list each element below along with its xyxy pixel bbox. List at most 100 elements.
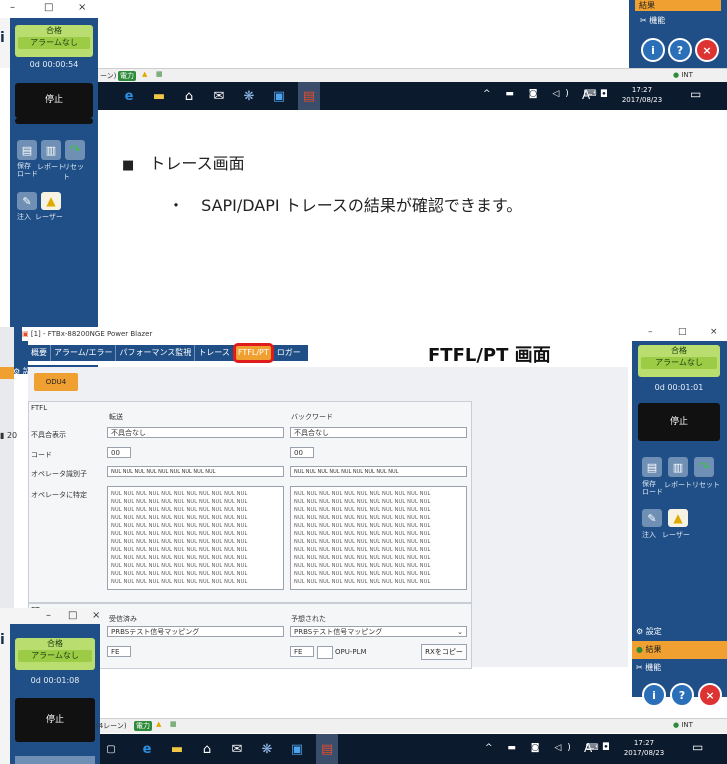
save-icon-main[interactable]: ▤ (642, 457, 662, 477)
title-bar: ▣ [1] - FTBx-88200NGE Power Blazer (22, 327, 632, 341)
opu-plm-checkbox[interactable] (317, 646, 333, 659)
copy-rx-button[interactable]: RXをコピー (421, 644, 467, 660)
ftfl-section-title: FTFL (31, 404, 48, 412)
file-explorer-icon-bottom[interactable]: ▬ (166, 734, 188, 764)
tools-icon: ✂ (640, 16, 647, 25)
results-menu-top[interactable]: 結果 (635, 0, 721, 11)
clock-date-bottom: 2017/08/23 (623, 749, 665, 757)
edge-browser-icon[interactable]: e (118, 82, 140, 110)
tab-overview[interactable]: 概要 (28, 345, 51, 361)
expected-value-select[interactable]: PRBSテスト信号マッピング ⌄ (290, 626, 467, 637)
globe-icon: ● (673, 721, 680, 729)
app-red-icon-bottom[interactable]: ▤ (316, 734, 338, 764)
save-icons-bottom (15, 756, 95, 764)
clock-bottom[interactable]: 17:27 2017/08/23 (622, 738, 666, 758)
reset-icon-main[interactable]: ↷ (694, 457, 714, 477)
inject-icon-main[interactable]: ✎ (642, 509, 662, 527)
expected-code-field[interactable]: FE (290, 646, 314, 657)
lanes-label-bottom: (4レーン) (96, 722, 127, 730)
close-button-bottom[interactable]: × (92, 610, 100, 621)
reset-icon[interactable]: ↷ (65, 140, 85, 160)
action-center-icon[interactable]: ◘ (600, 89, 608, 100)
maximize-button-bottom[interactable]: □ (68, 610, 77, 621)
tab-ftfl-pt[interactable]: FTFL/PT (232, 343, 274, 363)
stop-button-bottom[interactable]: 停止 (15, 698, 95, 742)
int-label-bottom: INT (681, 721, 693, 729)
help-icon-top[interactable]: ? (668, 38, 692, 62)
notification-icon[interactable]: ▭ (690, 87, 701, 101)
tab-trace[interactable]: トレース (195, 345, 233, 361)
app-red-icon[interactable]: ▤ (298, 82, 320, 110)
warning-icon: ▲ (142, 70, 148, 78)
edge-text: i (0, 30, 5, 46)
square-bullet-icon: ■ (122, 158, 135, 173)
results-menu[interactable]: ● 結果 (632, 641, 727, 659)
lanes-label: ーン) (100, 72, 117, 80)
laser-icon-main[interactable]: ▲ (668, 509, 688, 527)
input-lang-bottom[interactable]: A (584, 741, 592, 755)
app-grid-icon[interactable]: ❋ (238, 82, 260, 110)
maximize-button[interactable]: □ (44, 2, 53, 13)
results-edge (0, 367, 14, 379)
stop-button-top[interactable]: 停止 (15, 83, 93, 118)
info-icon[interactable]: i (642, 683, 666, 707)
content-area: ODU4 FTFL 転送 バックワード 不具合表示 不具合なし 不具合なし コー… (28, 367, 628, 669)
nul-pattern-forward: NUL NUL NUL NUL NUL NUL NUL NUL NUL NUL … (111, 491, 248, 585)
stop-button-main[interactable]: 停止 (638, 403, 720, 441)
close-button-main[interactable]: × (710, 327, 718, 337)
app-t-icon[interactable]: ▣ (268, 82, 290, 110)
warning-icon-bottom: ▲ (156, 720, 162, 728)
app-t-icon-bottom[interactable]: ▣ (286, 734, 308, 764)
section-label: FTFL/PT 画面 (428, 345, 551, 366)
settings-menu[interactable]: ⚙ 設定 (632, 623, 727, 641)
mail-icon-bottom[interactable]: ✉ (226, 734, 248, 764)
report-icon-main[interactable]: ▥ (668, 457, 688, 477)
clock-time-bottom: 17:27 (633, 739, 655, 747)
app-grid-icon-bottom[interactable]: ❋ (256, 734, 278, 764)
functions-menu[interactable]: ✂ 機能 (632, 659, 727, 677)
grid-icon-bottom: ▦ (170, 720, 177, 728)
functions-menu-top[interactable]: ✂ 機能 (630, 12, 665, 30)
bottom-overlap-window: – □ × i 合格 アラームなし 0d 00:01:08 停止 (0, 608, 100, 764)
tab-logger[interactable]: ロガー (274, 345, 304, 361)
statusbar-top: ーン) 電力 ▲ ▦ ● INT (98, 68, 727, 83)
tab-strip: 概要 アラーム/エラー パフォーマンス監視 トレース FTFL/PT ロガー (28, 343, 308, 363)
store-icon[interactable]: ⌂ (178, 82, 200, 110)
laser-icon[interactable]: ▲ (41, 192, 61, 210)
task-view-icon[interactable]: ▢ (100, 734, 122, 764)
notification-icon-bottom[interactable]: ▭ (692, 740, 703, 754)
reset-label: リセット (63, 163, 84, 181)
help-icon[interactable]: ? (670, 683, 694, 707)
tab-alarm-error[interactable]: アラーム/エラー (51, 345, 117, 361)
stop-button-mid[interactable] (15, 118, 93, 124)
edge-text-bottom: i (0, 632, 5, 648)
minimize-button-bottom[interactable]: – (46, 610, 51, 621)
save-icon[interactable]: ▤ (17, 140, 37, 160)
nul-pattern-backward: NUL NUL NUL NUL NUL NUL NUL NUL NUL NUL … (294, 491, 431, 585)
minimize-button[interactable]: – (10, 2, 15, 13)
tab-performance[interactable]: パフォーマンス監視 (116, 345, 196, 361)
results-label-main: 結果 (645, 645, 662, 654)
info-icon-top[interactable]: i (641, 38, 665, 62)
globe-icon: ● (673, 71, 680, 79)
file-explorer-icon[interactable]: ▬ (148, 82, 170, 110)
store-icon-bottom[interactable]: ⌂ (196, 734, 218, 764)
report-icon[interactable]: ▥ (41, 140, 61, 160)
minimize-button-main[interactable]: – (648, 327, 653, 337)
odu4-button[interactable]: ODU4 (34, 373, 78, 391)
save-group[interactable]: ▤ ▥ ↷ 保存 ロード レポート リセット (17, 140, 89, 181)
close-button[interactable]: × (78, 2, 86, 13)
edge-browser-icon-bottom[interactable]: e (136, 734, 158, 764)
inject-icon[interactable]: ✎ (17, 192, 37, 210)
maximize-button-main[interactable]: □ (678, 327, 687, 337)
taskbar-top: e ▬ ⌂ ✉ ❋ ▣ ▤ ^ ▬ ◙ ◁) ⌨ A ◘ 17:27 2017/… (98, 82, 727, 110)
action-center-icon-bottom[interactable]: ◘ (602, 742, 610, 753)
input-lang[interactable]: A (582, 88, 590, 102)
mail-icon[interactable]: ✉ (208, 82, 230, 110)
exit-icon-top[interactable]: × (695, 38, 719, 62)
taskbar-edge-date: ▮ 20 (0, 431, 18, 440)
power-tag: 電力 (118, 71, 136, 81)
exit-icon[interactable]: × (698, 683, 722, 707)
clock-top[interactable]: 17:27 2017/08/23 (620, 85, 664, 105)
functions-label-main: 機能 (645, 663, 662, 672)
